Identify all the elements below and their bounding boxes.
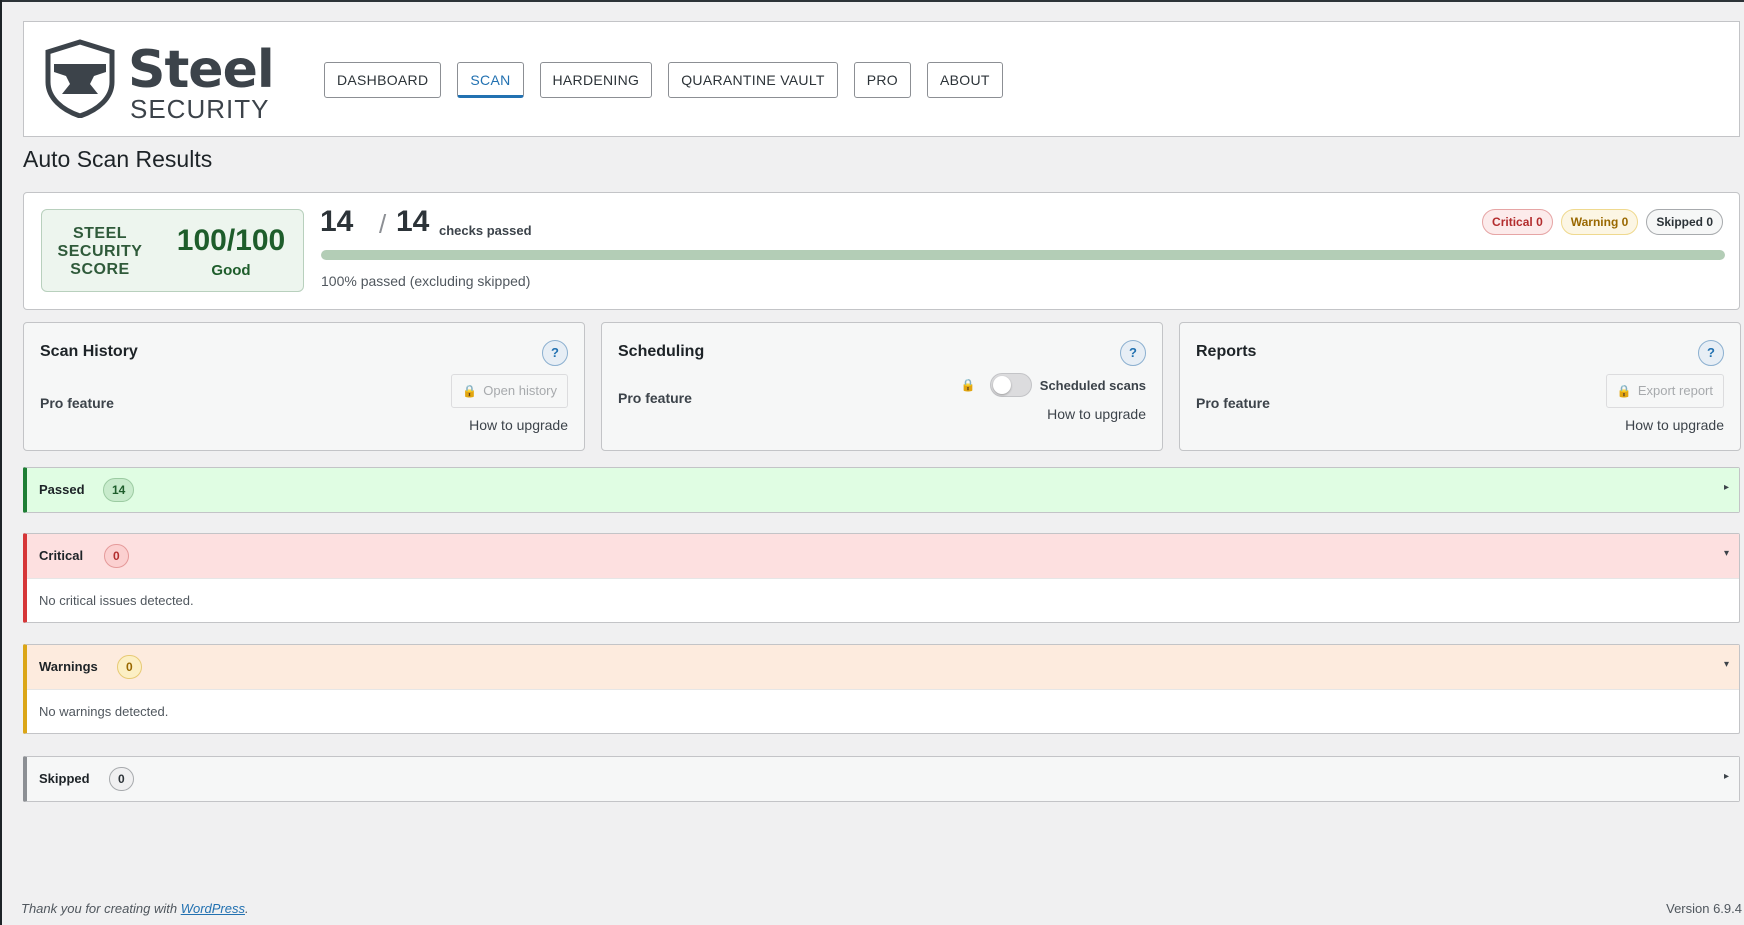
warnings-section: Warnings 0 ▾ No warnings detected. bbox=[23, 644, 1740, 734]
logo-subtitle: SECURITY bbox=[130, 94, 270, 124]
section-title: Skipped bbox=[39, 771, 90, 786]
skipped-count-badge: 0 bbox=[109, 767, 134, 791]
footer-thanks-suffix: . bbox=[245, 901, 249, 916]
how-to-upgrade-link[interactable]: How to upgrade bbox=[1625, 417, 1724, 433]
help-icon[interactable]: ? bbox=[1120, 340, 1146, 366]
warnings-count-badge: 0 bbox=[117, 655, 142, 679]
card-title: Scan History bbox=[40, 343, 138, 360]
export-report-label: Export report bbox=[1637, 383, 1713, 398]
steel-security-logo[interactable]: Steel SECURITY bbox=[40, 36, 275, 126]
passed-count-badge: 14 bbox=[103, 478, 135, 502]
nav-pro-button[interactable]: PRO bbox=[853, 62, 911, 98]
export-report-button[interactable]: 🔒 Export report bbox=[1605, 374, 1724, 408]
warnings-empty-message: No warnings detected. bbox=[39, 704, 169, 719]
nav-hardening-button[interactable]: HARDENING bbox=[539, 62, 653, 98]
critical-badge: Critical 0 bbox=[1482, 209, 1553, 235]
critical-empty-message: No critical issues detected. bbox=[39, 593, 194, 608]
skipped-section-header[interactable]: Skipped 0 ▸ bbox=[27, 757, 1739, 801]
section-title: Passed bbox=[39, 482, 85, 497]
nav-scan-button[interactable]: SCAN bbox=[457, 62, 524, 98]
page-title: Auto Scan Results bbox=[23, 146, 213, 172]
help-icon[interactable]: ? bbox=[542, 340, 568, 366]
expand-arrow-icon[interactable]: ▸ bbox=[1724, 482, 1729, 493]
card-title: Scheduling bbox=[618, 343, 705, 360]
collapse-arrow-icon[interactable]: ▾ bbox=[1724, 548, 1729, 559]
footer-version: Version 6.9.4 bbox=[1666, 901, 1742, 916]
pro-feature-label: Pro feature bbox=[618, 390, 692, 406]
scheduled-scans-toggle[interactable] bbox=[989, 373, 1032, 397]
critical-count-badge: 0 bbox=[104, 544, 129, 568]
checks-total-count: 14 bbox=[396, 205, 430, 238]
checks-separator: / bbox=[379, 209, 387, 239]
score-value: 100/100 bbox=[176, 224, 286, 257]
security-score-box: STEEL SECURITY SCORE 100/100 Good bbox=[41, 209, 304, 292]
score-panel: STEEL SECURITY SCORE 100/100 Good 14 / 1… bbox=[23, 192, 1740, 310]
reports-card: Reports ? Pro feature 🔒 Export report How… bbox=[1179, 322, 1741, 451]
critical-section-header[interactable]: Critical 0 ▾ bbox=[27, 534, 1739, 578]
anvil-logo-icon bbox=[45, 39, 115, 118]
lock-icon: 🔒 bbox=[462, 384, 478, 398]
nav-dashboard-button[interactable]: DASHBOARD bbox=[324, 62, 442, 98]
help-icon[interactable]: ? bbox=[1698, 340, 1724, 366]
scan-history-card: Scan History ? Pro feature 🔒 Open history… bbox=[23, 322, 585, 451]
window-top-border bbox=[0, 0, 1744, 2]
progress-caption: 100% passed (excluding skipped) bbox=[321, 273, 531, 289]
scheduling-card: Scheduling ? Pro feature 🔒 Scheduled sca… bbox=[601, 322, 1163, 451]
pass-progress-bar bbox=[321, 250, 1725, 260]
collapse-arrow-icon[interactable]: ▾ bbox=[1724, 659, 1729, 670]
skipped-badge: Skipped 0 bbox=[1646, 209, 1723, 235]
pro-feature-label: Pro feature bbox=[1196, 395, 1270, 411]
lock-icon: 🔒 bbox=[960, 378, 976, 392]
expand-arrow-icon[interactable]: ▸ bbox=[1724, 771, 1729, 782]
score-grade: Good bbox=[211, 262, 251, 279]
window-left-border bbox=[0, 0, 2, 925]
open-history-label: Open history bbox=[483, 383, 557, 398]
score-label: STEEL SECURITY SCORE bbox=[57, 225, 143, 278]
footer-thanks: Thank you for creating with WordPress. bbox=[21, 901, 249, 916]
passed-section: Passed 14 ▸ bbox=[23, 467, 1740, 513]
critical-section: Critical 0 ▾ No critical issues detected… bbox=[23, 533, 1740, 623]
main-nav: DASHBOARD SCAN HARDENING QUARANTINE VAUL… bbox=[324, 62, 1003, 98]
pro-feature-label: Pro feature bbox=[40, 395, 114, 411]
section-title: Warnings bbox=[39, 659, 98, 674]
severity-badges: Critical 0 Warning 0 Skipped 0 bbox=[1482, 209, 1723, 235]
open-history-button[interactable]: 🔒 Open history bbox=[451, 374, 568, 408]
passed-section-header[interactable]: Passed 14 ▸ bbox=[27, 468, 1739, 512]
checks-passed-label: checks passed bbox=[439, 223, 532, 238]
card-title: Reports bbox=[1196, 343, 1257, 360]
nav-about-button[interactable]: ABOUT bbox=[927, 62, 1003, 98]
warnings-section-body: No warnings detected. bbox=[27, 689, 1739, 733]
nav-quarantine-vault-button[interactable]: QUARANTINE VAULT bbox=[668, 62, 838, 98]
critical-section-body: No critical issues detected. bbox=[27, 578, 1739, 622]
logo-wordmark: Steel bbox=[128, 40, 275, 100]
checks-passed-count: 14 bbox=[320, 205, 354, 238]
toggle-knob bbox=[992, 376, 1011, 394]
scheduled-scans-label: Scheduled scans bbox=[1039, 377, 1146, 393]
how-to-upgrade-link[interactable]: How to upgrade bbox=[469, 417, 568, 433]
section-title: Critical bbox=[39, 548, 84, 563]
plugin-header: Steel SECURITY DASHBOARD SCAN HARDENING … bbox=[23, 21, 1740, 137]
how-to-upgrade-link[interactable]: How to upgrade bbox=[1047, 406, 1146, 422]
skipped-section: Skipped 0 ▸ bbox=[23, 756, 1740, 802]
pass-progress-fill bbox=[321, 250, 1725, 260]
lock-icon: 🔒 bbox=[1616, 384, 1632, 398]
warning-badge: Warning 0 bbox=[1560, 209, 1639, 235]
warnings-section-header[interactable]: Warnings 0 ▾ bbox=[27, 645, 1739, 689]
wordpress-link[interactable]: WordPress bbox=[181, 901, 245, 916]
footer-thanks-text: Thank you for creating with bbox=[21, 901, 181, 916]
scheduled-scans-control: 🔒 Scheduled scans bbox=[961, 373, 1146, 397]
